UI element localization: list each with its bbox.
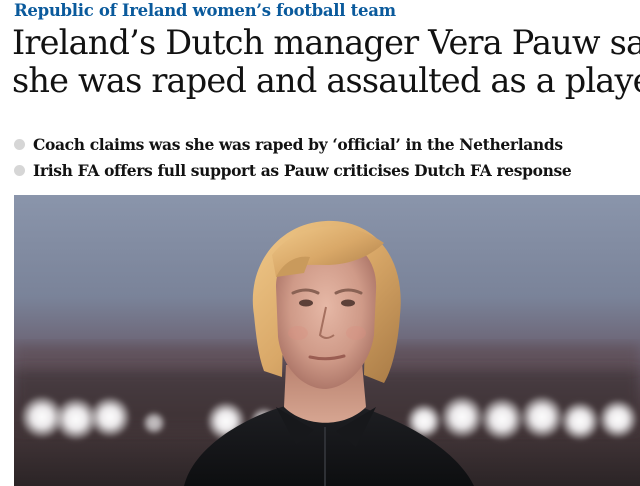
bullet-dot-icon — [14, 165, 25, 176]
section-kicker-link[interactable]: Republic of Ireland women’s football tea… — [14, 1, 396, 20]
standfirst-bullet: Irish FA offers full support as Pauw cri… — [14, 159, 572, 185]
headline-line-1: Ireland’s Dutch manager Vera Pauw says — [12, 23, 640, 62]
headline-line-2: she was raped and assaulted as a player — [12, 61, 640, 100]
standfirst-bullet: Coach claims was she was raped by ‘offic… — [14, 133, 571, 159]
article-headline: Ireland’s Dutch manager Vera Pauw says s… — [12, 23, 640, 100]
standfirst-bullet-text: Irish FA offers full support as Pauw cri… — [33, 161, 572, 180]
standfirst-bullets: Coach claims was she was raped by ‘offic… — [14, 133, 572, 185]
standfirst-bullet-text: Coach claims was she was raped by ‘offic… — [33, 135, 563, 154]
article-page: Republic of Ireland women’s football tea… — [0, 0, 640, 486]
article-main-photo[interactable] — [14, 195, 640, 486]
bullet-dot-icon — [14, 139, 25, 150]
portrait-photo-illustration — [14, 195, 640, 486]
